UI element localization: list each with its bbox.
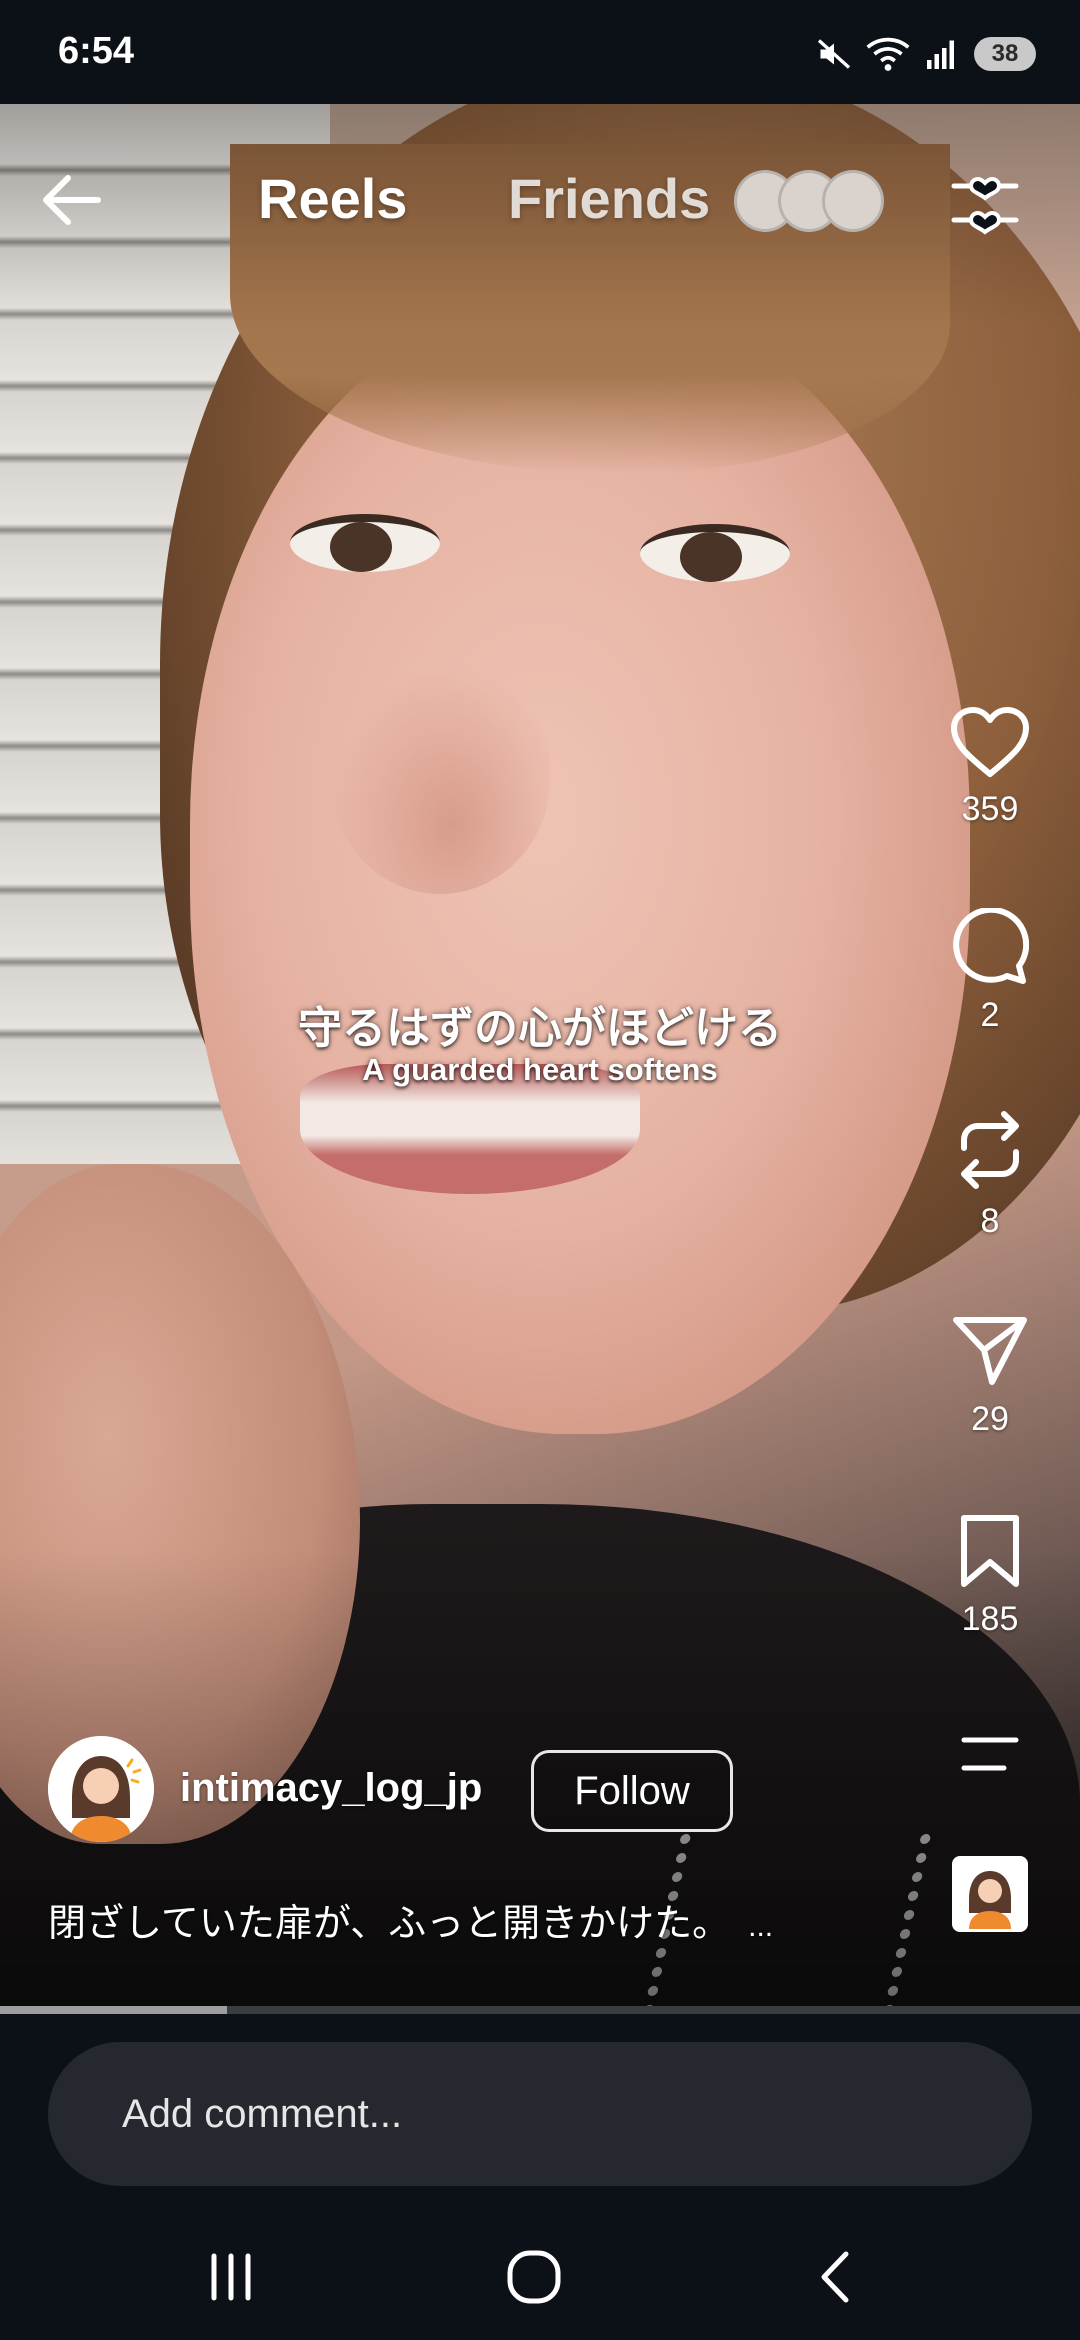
caption-japanese: 守るはずの心がほどける	[298, 1004, 782, 1053]
like-count: 359	[961, 790, 1019, 828]
back-arrow-icon[interactable]	[36, 164, 108, 236]
author-avatar[interactable]	[48, 1736, 154, 1842]
friend-avatars[interactable]	[734, 170, 894, 232]
comment-action[interactable]: 2	[940, 908, 1040, 1035]
friend-avatar	[822, 170, 884, 232]
face	[190, 304, 970, 1434]
battery-icon: 38	[974, 37, 1036, 71]
tab-reels[interactable]: Reels	[258, 166, 407, 231]
add-comment-input[interactable]	[48, 2042, 1032, 2186]
bookmark-icon[interactable]	[958, 1514, 1022, 1588]
description-text: 閉ざしていた扉が、ふっと開きかけた。	[48, 1903, 731, 1945]
status-icons: 38	[816, 32, 1036, 76]
remix-action[interactable]: 8	[940, 1110, 1040, 1241]
save-count: 185	[961, 1600, 1019, 1638]
mute-icon	[817, 39, 851, 69]
audio-thumbnail[interactable]	[952, 1856, 1028, 1932]
save-action[interactable]: 185	[940, 1514, 1040, 1639]
nose	[330, 664, 550, 894]
author-username[interactable]: intimacy_log_jp	[180, 1766, 482, 1811]
video-progress-fill	[0, 2006, 227, 2014]
repost-icon[interactable]	[954, 1110, 1026, 1190]
wifi-icon	[866, 37, 910, 71]
caption-english: A guarded heart softens	[362, 1052, 718, 1087]
back-icon[interactable]	[802, 2242, 872, 2312]
status-time: 6:54	[58, 30, 135, 72]
share-count: 29	[971, 1400, 1009, 1438]
system-nav-bar	[0, 2214, 1080, 2340]
signal-icon	[927, 40, 954, 69]
send-icon[interactable]	[952, 1312, 1028, 1388]
remix-count: 8	[980, 1202, 1000, 1240]
filter-sliders-icon[interactable]	[950, 170, 1020, 236]
status-bar: 6:54 38	[0, 0, 1080, 104]
comment-bubble-icon[interactable]	[951, 908, 1029, 984]
eye	[290, 514, 440, 572]
audio-avatar-illustration	[955, 1859, 1025, 1929]
reel-description[interactable]: 閉ざしていた扉が、ふっと開きかけた。...	[48, 1892, 773, 1947]
home-icon[interactable]	[499, 2242, 569, 2312]
author-avatar-illustration	[48, 1736, 154, 1842]
top-nav: Reels Friends	[0, 104, 1080, 304]
video-progress-bar[interactable]	[0, 2006, 1080, 2014]
comment-count: 2	[980, 996, 1000, 1034]
like-action[interactable]: 359	[940, 706, 1040, 829]
recent-apps-icon[interactable]	[196, 2242, 266, 2312]
eye	[640, 524, 790, 582]
follow-button[interactable]: Follow	[531, 1750, 733, 1832]
heart-icon[interactable]	[950, 706, 1030, 778]
more-options-icon[interactable]	[960, 1736, 1020, 1772]
tab-friends[interactable]: Friends	[508, 166, 710, 231]
share-action[interactable]: 29	[940, 1312, 1040, 1439]
comment-bar	[0, 2014, 1080, 2214]
description-more[interactable]: ...	[748, 1910, 773, 1943]
